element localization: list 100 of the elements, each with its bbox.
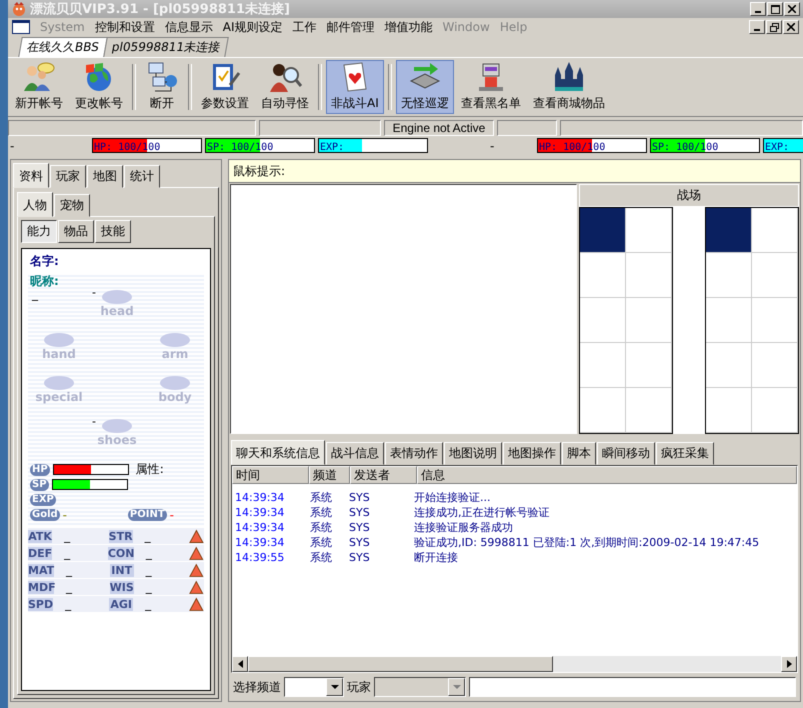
toolbar-button[interactable]: 自动寻怪 <box>256 60 314 114</box>
window-title: 漂流贝贝VIP3.91 - [pl05998811未连接] <box>30 0 290 18</box>
chat-tab[interactable]: 表情动作 <box>385 442 443 465</box>
section-tab[interactable]: 技能 <box>95 220 131 243</box>
stat-label: MDF <box>28 580 54 594</box>
stat-label: ATK <box>28 530 52 542</box>
document-tab[interactable]: pl05998811未连接 <box>103 36 229 57</box>
menu-item[interactable]: AI规则设定 <box>222 18 282 36</box>
table-cell-text: 连接成功,正在进行帐号验证 <box>413 505 550 520</box>
stat-value: _ <box>144 529 152 543</box>
panel-tab[interactable]: 人物 <box>17 192 53 217</box>
slot-placeholder <box>160 333 190 347</box>
close-button[interactable] <box>783 20 799 34</box>
menu-item[interactable]: 信息显示 <box>164 18 213 36</box>
point-value: - <box>170 508 174 522</box>
stat-label: INT <box>110 564 134 576</box>
toolbar-button[interactable]: 新开帐号 <box>10 60 68 114</box>
close-button[interactable] <box>784 2 800 16</box>
chat-tab[interactable]: 疯狂采集 <box>656 442 714 465</box>
table-cell-text: 开始连接验证... <box>413 490 492 505</box>
chat-tab[interactable]: 战斗信息 <box>326 442 384 465</box>
table-cell-text: 14:39:34 <box>234 536 286 549</box>
toolbar-button[interactable]: 查看黑名单 <box>456 60 526 114</box>
sp-label: SP <box>30 478 49 490</box>
nickname-value: _ <box>32 290 38 300</box>
stat-value: _ <box>144 546 153 560</box>
currency-label: Gold <box>30 508 60 520</box>
panel-tab[interactable]: 地图 <box>87 165 123 188</box>
player-name: - <box>9 138 16 153</box>
toolbar-button[interactable]: 非战斗AI <box>326 60 384 114</box>
triangle-up-icon[interactable] <box>189 596 204 612</box>
player-label: 玩家 <box>347 678 371 696</box>
close-icon <box>788 5 796 13</box>
chat-tab[interactable]: 地图说明 <box>444 442 502 465</box>
panel-tab[interactable]: 统计 <box>124 165 160 188</box>
panel-tab[interactable]: 玩家 <box>50 165 86 188</box>
section-tab[interactable]: 物品 <box>58 220 94 243</box>
column-header[interactable]: 时间 <box>232 466 309 484</box>
slot-placeholder <box>44 376 74 390</box>
triangle-up-icon[interactable] <box>189 562 204 578</box>
message-input[interactable] <box>469 677 796 697</box>
attribute-label: 属性: <box>136 461 164 478</box>
horizontal-scrollbar[interactable] <box>232 656 797 672</box>
battlefield-header: 战场 <box>579 184 799 207</box>
slot-placeholder <box>160 376 190 390</box>
engine-status: Engine not Active <box>384 120 494 136</box>
column-header[interactable]: 信息 <box>417 466 797 484</box>
section-tab[interactable]: 能力 <box>21 220 57 243</box>
right-arrow-icon <box>786 660 792 668</box>
toolbar-button[interactable]: 查看商城物品 <box>528 60 610 114</box>
chat-tab[interactable]: 地图操作 <box>503 442 561 465</box>
toolbar-button[interactable]: 断开 <box>140 60 184 114</box>
document-tab[interactable]: 在线久久BBS <box>18 36 108 57</box>
slot-placeholder <box>44 333 74 347</box>
people-icon <box>22 60 56 93</box>
slot-placeholder <box>102 419 132 433</box>
caret-icon <box>452 685 460 689</box>
menu-item[interactable]: 工作 <box>292 18 316 36</box>
left-arrow-icon <box>238 660 242 668</box>
menu-item[interactable]: 邮件管理 <box>326 18 374 36</box>
column-header[interactable]: 发送者 <box>350 466 417 484</box>
column-header[interactable]: 频道 <box>309 466 350 484</box>
triangle-up-icon[interactable] <box>189 546 204 560</box>
table-cell-text: 14:39:34 <box>234 491 286 504</box>
toolbar-button[interactable]: 无怪巡逻 <box>396 60 454 114</box>
slot-label: body <box>158 390 192 404</box>
chat-tab[interactable]: 聊天和系统信息 <box>231 440 325 465</box>
slot-label: head <box>100 304 134 318</box>
table-cell-text: SYS <box>348 506 371 519</box>
minimize-button[interactable] <box>750 2 766 16</box>
panel-tab[interactable]: 宠物 <box>54 194 90 217</box>
chat-tab[interactable]: 脚本 <box>562 442 596 465</box>
table-cell-text: SYS <box>348 536 371 549</box>
table-cell-text: 14:39:55 <box>234 551 286 564</box>
name-label: 名字: <box>30 253 60 270</box>
toolbar-button[interactable]: 更改帐号 <box>70 60 128 114</box>
table-cell-text: 系统 <box>309 520 333 535</box>
table-cell-text: 系统 <box>309 535 333 550</box>
table-cell-text: SYS <box>348 491 371 504</box>
chat-tab[interactable]: 瞬间移动 <box>597 442 655 465</box>
slot-label: shoes <box>97 433 137 447</box>
stat-value: _ <box>63 529 72 543</box>
menu-item[interactable]: 控制和设置 <box>94 18 155 36</box>
stat-value: _ <box>144 580 153 594</box>
maximize-button[interactable] <box>767 2 783 16</box>
minimize-button[interactable] <box>749 20 765 34</box>
slot-value: - <box>92 286 96 299</box>
stat-label: SPD <box>28 598 54 610</box>
hp-label: HP <box>30 464 50 476</box>
restore-button[interactable] <box>766 20 782 34</box>
panel-tab[interactable]: 资料 <box>13 163 49 188</box>
player-name: - <box>489 138 496 153</box>
table-cell-text: 验证成功,ID: 5998811 已登陆:1 次,到期时间:2009-02-14 19:47:45 <box>413 535 760 550</box>
triangle-up-icon[interactable] <box>189 528 204 544</box>
table-cell-text: 14:39:34 <box>234 521 286 534</box>
channel-dropdown[interactable] <box>284 677 344 697</box>
toolbar-button[interactable]: 参数设置 <box>196 60 254 114</box>
triangle-up-icon[interactable] <box>189 580 204 594</box>
slot-placeholder <box>102 290 132 304</box>
menu-item[interactable]: 增值功能 <box>384 18 432 36</box>
